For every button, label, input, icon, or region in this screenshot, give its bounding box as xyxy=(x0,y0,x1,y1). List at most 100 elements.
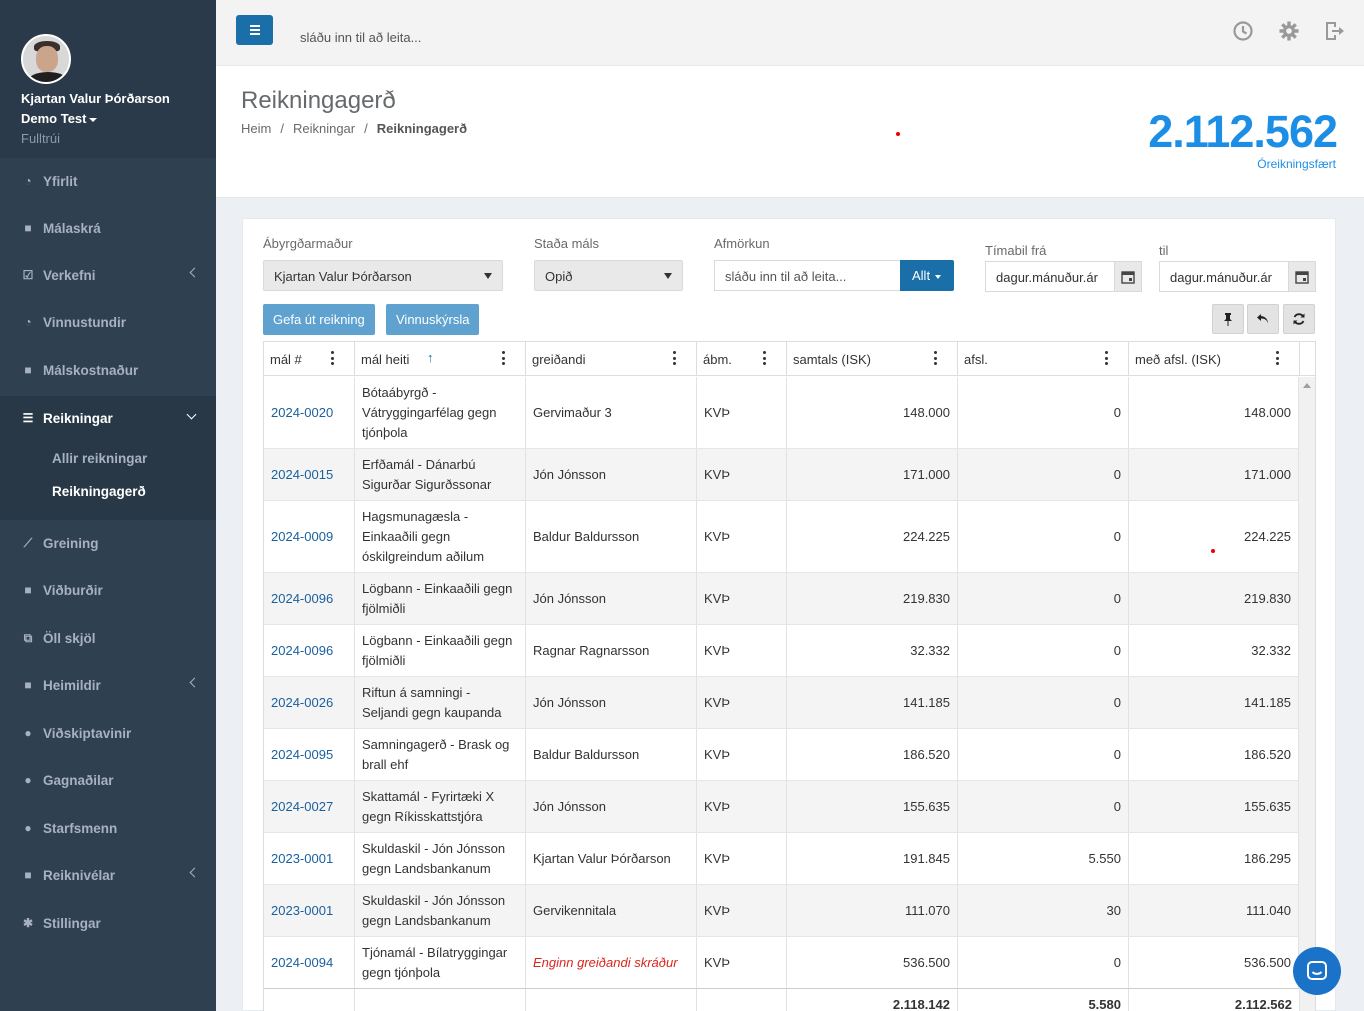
gear-icon: ✱ xyxy=(22,916,34,930)
gear-icon[interactable] xyxy=(1278,20,1300,42)
column-header-net[interactable]: með afsl. (ISK) xyxy=(1129,342,1300,376)
table-scrollbar[interactable] xyxy=(1299,377,1315,1011)
cell-total: 148.000 xyxy=(787,377,958,448)
column-header-responsible[interactable]: ábm. xyxy=(697,342,787,376)
table-row[interactable]: 2024-0095 Samningagerð - Brask og brall e… xyxy=(264,729,1299,781)
sidebar-item-13[interactable]: ■ Reiknivélar xyxy=(0,853,216,897)
cell-total: 536.500 xyxy=(787,937,958,988)
table-row[interactable]: 2024-0009 Hagsmunagæsla - Einkaaðili gegn… xyxy=(264,501,1299,573)
table-row[interactable]: 2024-0096 Lögbann - Einkaaðili gegn fjölm… xyxy=(264,625,1299,677)
pin-button[interactable] xyxy=(1212,304,1244,334)
table-row[interactable]: 2024-0027 Skattamál - Fyrirtæki X gegn Rí… xyxy=(264,781,1299,833)
column-header-payer[interactable]: greiðandi xyxy=(526,342,697,376)
avatar[interactable] xyxy=(21,34,71,84)
chat-launcher-button[interactable] xyxy=(1293,947,1341,995)
sidebar-item-12[interactable]: ● Starfsmenn xyxy=(0,806,216,850)
column-menu-icon[interactable] xyxy=(673,351,676,365)
sidebar-item-1[interactable]: ■ Málaskrá xyxy=(0,206,216,250)
sidebar-item-label: Málaskrá xyxy=(43,220,101,236)
cell-case[interactable]: 2024-0027 xyxy=(264,781,355,832)
sidebar-item-0[interactable]: ◔ Yfirlit xyxy=(0,159,216,203)
cell-case[interactable]: 2023-0001 xyxy=(264,885,355,936)
filter-label: Afmörkun xyxy=(714,236,770,251)
status-select[interactable]: Opið xyxy=(534,260,683,291)
work-report-button[interactable]: Vinnuskýrsla xyxy=(386,304,480,335)
status-label: Staða máls xyxy=(534,236,600,251)
totals-discount: 5.580 xyxy=(958,989,1129,1011)
cell-case[interactable]: 2023-0001 xyxy=(264,833,355,884)
sign-out-icon[interactable] xyxy=(1323,20,1345,42)
column-menu-icon[interactable] xyxy=(763,351,766,365)
sidebar-item-8[interactable]: ⧉ Öll skjöl xyxy=(0,616,216,660)
filter-all-dropdown-button[interactable]: Allt xyxy=(900,260,954,291)
cell-case[interactable]: 2024-0026 xyxy=(264,677,355,728)
cell-responsible: KVÞ xyxy=(697,729,787,780)
column-header-total[interactable]: samtals (ISK) xyxy=(787,342,958,376)
sidebar-item-2[interactable]: ☑ Verkefni xyxy=(0,253,216,297)
subnav-item-all-invoices[interactable]: Allir reikningar xyxy=(52,451,147,466)
menu-toggle-button[interactable] xyxy=(236,15,273,45)
cell-payer: Jón Jónsson xyxy=(526,449,697,500)
cell-case[interactable]: 2024-0009 xyxy=(264,501,355,572)
sidebar-item-6[interactable]: ⟋ Greining xyxy=(0,521,216,565)
period-to-input[interactable]: dagur.mánuður.ár xyxy=(1159,261,1289,292)
company-dropdown[interactable]: Demo Test xyxy=(21,111,97,126)
period-from-label: Tímabil frá xyxy=(985,243,1047,258)
breadcrumb-invoices[interactable]: Reikningar xyxy=(293,121,355,136)
table-row[interactable]: 2024-0094 Tjónamál - Bílatryggingar gegn … xyxy=(264,937,1299,989)
cell-case-name: Lögbann - Einkaaðili gegn fjölmiðli xyxy=(355,573,526,624)
sidebar-item-4[interactable]: ■ Málskostnaður xyxy=(0,348,216,392)
table-row[interactable]: 2023-0001 Skuldaskil - Jón Jónsson gegn L… xyxy=(264,885,1299,937)
cell-case[interactable]: 2024-0096 xyxy=(264,573,355,624)
sidebar-item-7[interactable]: ■ Viðburðir xyxy=(0,568,216,612)
column-menu-icon[interactable] xyxy=(1105,351,1108,365)
calendar-to-button[interactable] xyxy=(1288,261,1316,292)
cell-case[interactable]: 2024-0096 xyxy=(264,625,355,676)
column-menu-icon[interactable] xyxy=(1276,351,1279,365)
cell-case[interactable]: 2024-0094 xyxy=(264,937,355,988)
cell-total: 155.635 xyxy=(787,781,958,832)
filter-input[interactable]: sláðu inn til að leita... xyxy=(714,260,901,291)
totals-total: 2.118.142 xyxy=(787,989,958,1011)
table-row[interactable]: 2024-0015 Erfðamál - Dánarbú Sigurðar Sig… xyxy=(264,449,1299,501)
sidebar-item-label: Greining xyxy=(43,535,99,551)
sidebar-item-10[interactable]: ● Viðskiptavinir xyxy=(0,711,216,755)
sidebar-item-9[interactable]: ■ Heimildir xyxy=(0,663,216,707)
cell-total: 191.845 xyxy=(787,833,958,884)
responsible-select[interactable]: Kjartan Valur Þórðarson xyxy=(263,260,503,291)
calendar-from-button[interactable] xyxy=(1114,261,1142,292)
column-header-case-name[interactable]: mál heiti ↑ xyxy=(355,342,526,376)
period-from-input[interactable]: dagur.mánuður.ár xyxy=(985,261,1115,292)
column-header-discount[interactable]: afsl. xyxy=(958,342,1129,376)
sidebar-item-5[interactable]: ☰ Reikningar xyxy=(0,396,216,440)
refresh-button[interactable] xyxy=(1283,304,1315,334)
table-row[interactable]: 2023-0001 Skuldaskil - Jón Jónsson gegn L… xyxy=(264,833,1299,885)
cell-case[interactable]: 2024-0020 xyxy=(264,377,355,448)
column-menu-icon[interactable] xyxy=(331,351,334,365)
list-icon: ☰ xyxy=(22,411,34,425)
issue-invoice-button[interactable]: Gefa út reikning xyxy=(263,304,375,335)
table-row[interactable]: 2024-0096 Lögbann - Einkaaðili gegn fjölm… xyxy=(264,573,1299,625)
cell-net: 141.185 xyxy=(1129,677,1299,728)
column-menu-icon[interactable] xyxy=(934,351,937,365)
cell-total: 32.332 xyxy=(787,625,958,676)
column-menu-icon[interactable] xyxy=(502,351,505,365)
scroll-up-arrow-icon[interactable] xyxy=(1303,383,1311,388)
sidebar-item-14[interactable]: ✱ Stillingar xyxy=(0,901,216,945)
breadcrumb-home[interactable]: Heim xyxy=(241,121,271,136)
archive-icon: ■ xyxy=(24,221,32,235)
cell-net: 111.040 xyxy=(1129,885,1299,936)
undo-button[interactable] xyxy=(1247,304,1279,334)
sidebar-item-11[interactable]: ● Gagnaðilar xyxy=(0,758,216,802)
column-header-case[interactable]: mál # xyxy=(264,342,355,376)
subnav-item-invoice-creation[interactable]: Reikningagerð xyxy=(52,484,146,499)
invoices-subnav: Allir reikningar Reikningagerð xyxy=(0,440,216,520)
table-row[interactable]: 2024-0026 Riftun á samningi - Seljandi ge… xyxy=(264,677,1299,729)
top-search-input[interactable]: sláðu inn til að leita... xyxy=(300,30,421,45)
history-icon[interactable] xyxy=(1232,20,1254,42)
cell-case[interactable]: 2024-0095 xyxy=(264,729,355,780)
sidebar-item-3[interactable]: ◔ Vinnustundir xyxy=(0,300,216,344)
cell-case[interactable]: 2024-0015 xyxy=(264,449,355,500)
calendar-icon xyxy=(1295,270,1309,284)
table-row[interactable]: 2024-0020 Bótaábyrgð - Vátryggingarfélag … xyxy=(264,377,1299,449)
